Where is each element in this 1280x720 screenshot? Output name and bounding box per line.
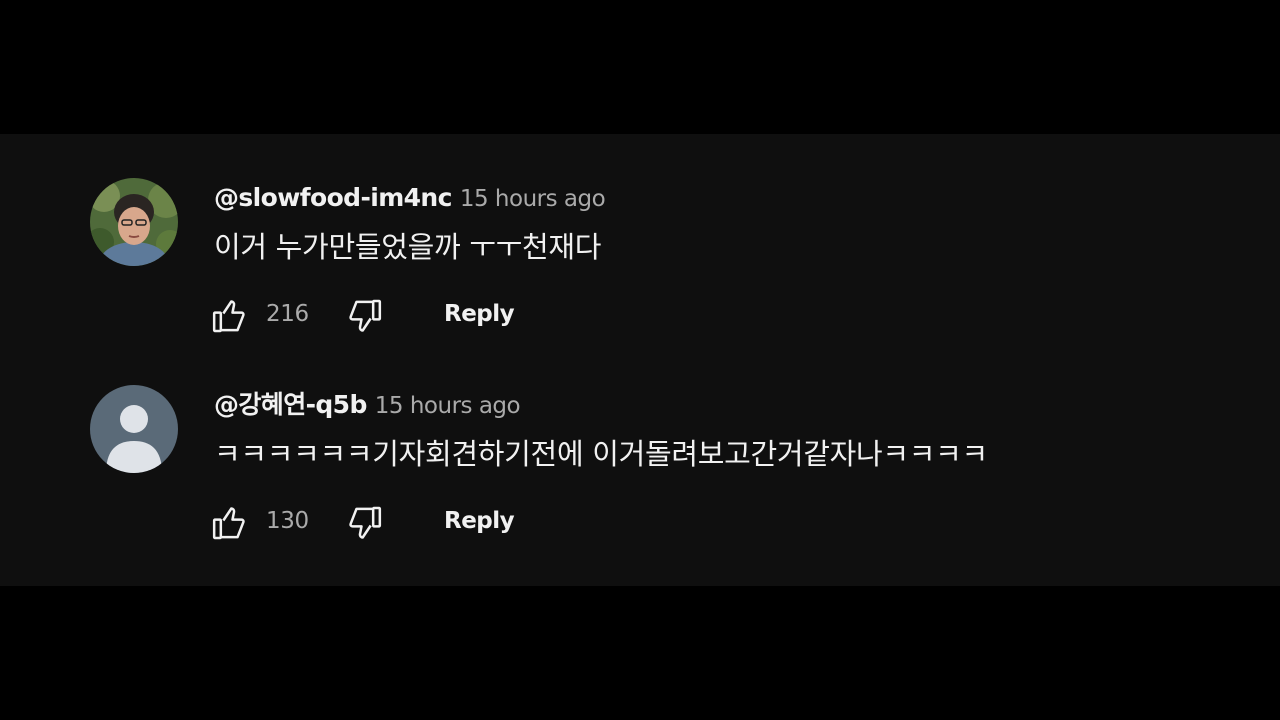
default-person-icon [90,385,178,473]
comments-panel: @slowfood-im4nc 15 hours ago 이거 누가만들었을까 ㅜ… [0,134,1280,586]
comment-text: ㅋㅋㅋㅋㅋㅋ기자회견하기전에 이거돌려보고간거같자나ㅋㅋㅋㅋ [214,437,988,471]
avatar[interactable] [90,178,178,266]
dislike-button[interactable] [340,499,388,543]
thumbs-down-icon [349,506,382,539]
comment-text: 이거 누가만들었을까 ㅜㅜ천재다 [214,230,602,264]
dislike-button[interactable] [340,292,388,336]
reply-button[interactable]: Reply [444,499,515,543]
thumbs-down-icon [349,299,382,332]
comment-actions: 216 Reply [206,292,606,336]
like-button[interactable] [206,292,254,336]
comment-author[interactable]: @slowfood-im4nc [214,183,452,212]
reply-button[interactable]: Reply [444,292,515,336]
comment-actions: 130 Reply [206,499,606,543]
like-count: 130 [266,508,309,534]
like-button[interactable] [206,499,254,543]
avatar[interactable] [90,385,178,473]
comment-header: @강혜연-q5b 15 hours ago [214,389,521,424]
comment-time[interactable]: 15 hours ago [460,186,606,212]
comment-author[interactable]: @강혜연-q5b [214,390,367,419]
comment-header: @slowfood-im4nc 15 hours ago [214,182,606,217]
thumbs-up-icon [212,507,245,540]
thumbs-up-icon [212,300,245,333]
comment-time[interactable]: 15 hours ago [375,393,521,419]
like-count: 216 [266,301,309,327]
